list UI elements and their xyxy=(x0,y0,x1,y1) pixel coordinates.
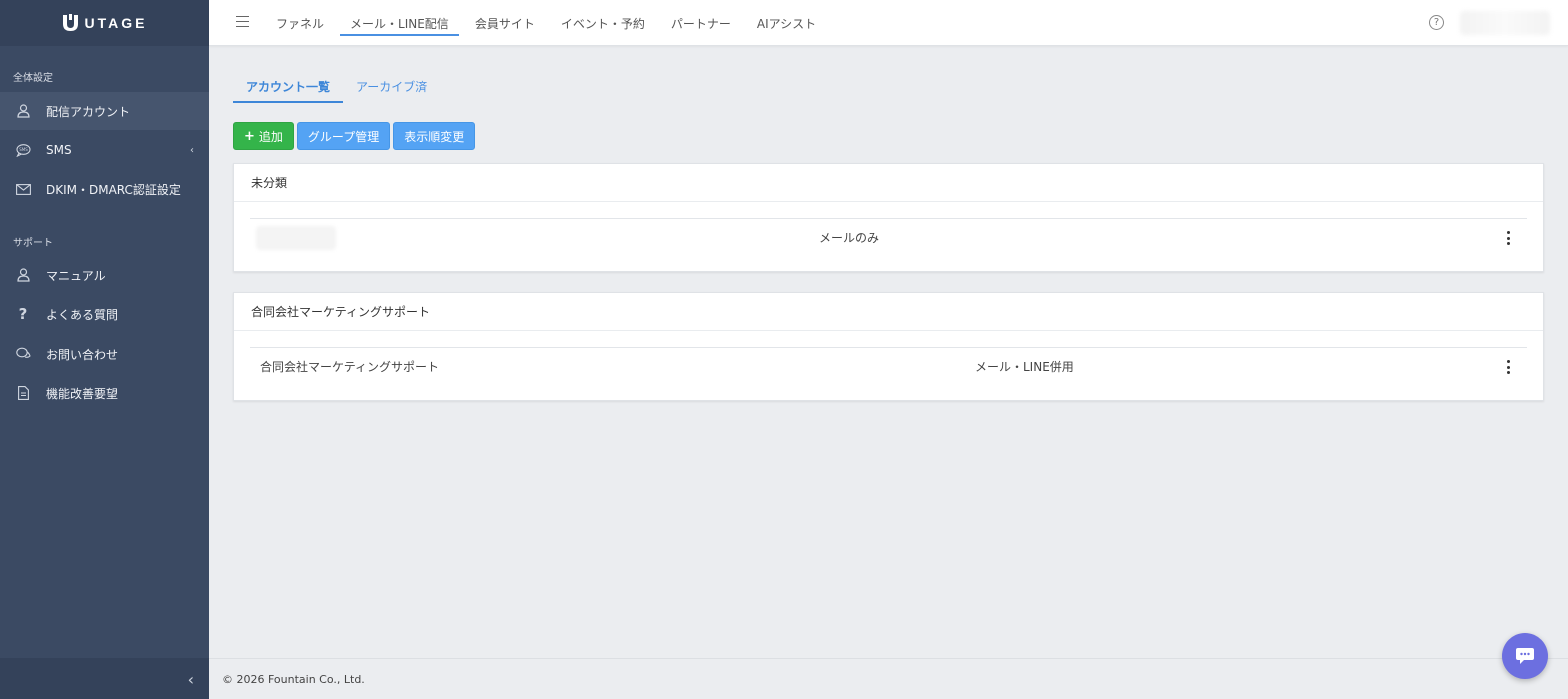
add-button-label: 追加 xyxy=(258,129,283,144)
user-icon xyxy=(15,267,31,283)
account-type: メールのみ xyxy=(819,231,880,245)
user-icon xyxy=(15,103,31,119)
document-icon xyxy=(15,385,31,401)
topnav-partner[interactable]: パートナー xyxy=(661,0,741,46)
logo-text: UTAGE xyxy=(84,15,148,31)
more-options-icon[interactable] xyxy=(1506,360,1510,374)
chat-bubble-icon xyxy=(1516,648,1534,664)
sidebar-item-label: 機能改善要望 xyxy=(46,386,119,401)
logo[interactable]: UTAGE xyxy=(0,0,209,46)
sidebar-item-label: マニュアル xyxy=(46,268,106,283)
help-icon[interactable]: ? xyxy=(1429,15,1444,30)
topnav-mail-line[interactable]: メール・LINE配信 xyxy=(340,0,459,46)
sidebar-item-sms[interactable]: SMS SMS ‹ xyxy=(0,131,209,169)
table-row[interactable]: メールのみ xyxy=(250,218,1527,256)
topnav-ai-assist[interactable]: AIアシスト xyxy=(747,0,826,46)
topbar: ファネル メール・LINE配信 会員サイト イベント・予約 パートナー AIアシ… xyxy=(209,0,1568,46)
user-menu[interactable] xyxy=(1460,11,1550,35)
action-buttons: + 追加 グループ管理 表示順変更 xyxy=(233,122,476,150)
group-title: 合同会社マーケティングサポート xyxy=(234,293,1543,331)
account-name[interactable]: 合同会社マーケティングサポート xyxy=(260,358,439,375)
topnav-funnel[interactable]: ファネル xyxy=(266,0,334,46)
utage-logo-icon xyxy=(62,14,78,31)
chat-support-button[interactable] xyxy=(1502,633,1548,679)
tab-archived[interactable]: アーカイブ済 xyxy=(343,70,440,103)
sidebar-item-feature-request[interactable]: 機能改善要望 xyxy=(0,374,209,412)
more-options-icon[interactable] xyxy=(1506,231,1510,245)
sidebar-item-label: DKIM・DMARC認証設定 xyxy=(46,182,181,197)
group-card-marketing-support: 合同会社マーケティングサポート 合同会社マーケティングサポート メール・LINE… xyxy=(233,292,1544,401)
question-icon: ? xyxy=(18,305,28,323)
chevron-left-icon: ‹ xyxy=(190,144,194,156)
account-name[interactable] xyxy=(256,226,336,250)
group-title: 未分類 xyxy=(234,164,1543,202)
sidebar-item-label: 配信アカウント xyxy=(46,104,131,119)
display-order-button[interactable]: 表示順変更 xyxy=(393,122,476,150)
sidebar-item-delivery-account[interactable]: 配信アカウント xyxy=(0,92,209,130)
sidebar-item-dkim-dmarc[interactable]: DKIM・DMARC認証設定 xyxy=(0,170,209,208)
account-type: メール・LINE併用 xyxy=(975,360,1074,374)
envelope-icon xyxy=(15,181,31,197)
sidebar: UTAGE 全体設定 配信アカウント SMS SMS ‹ DKIM・DMARC認… xyxy=(0,0,209,699)
group-manage-button[interactable]: グループ管理 xyxy=(296,122,391,150)
topnav-member-site[interactable]: 会員サイト xyxy=(465,0,545,46)
svg-text:SMS: SMS xyxy=(19,147,28,152)
sidebar-footer: ‹ xyxy=(0,658,209,699)
sidebar-item-faq[interactable]: ? よくある質問 xyxy=(0,295,209,333)
sidebar-item-label: SMS xyxy=(46,143,72,157)
table-row[interactable]: 合同会社マーケティングサポート メール・LINE併用 xyxy=(250,347,1527,385)
sidebar-item-manual[interactable]: マニュアル xyxy=(0,256,209,294)
group-card-uncategorized: 未分類 メールのみ xyxy=(233,163,1544,272)
top-navigation: ファネル メール・LINE配信 会員サイト イベント・予約 パートナー AIアシ… xyxy=(266,0,832,46)
add-button[interactable]: + 追加 xyxy=(233,122,294,150)
footer: © 2026 Fountain Co., Ltd. xyxy=(209,658,1568,699)
section-title-support: サポート xyxy=(13,238,53,249)
topnav-event-booking[interactable]: イベント・予約 xyxy=(551,0,655,46)
hamburger-menu-icon[interactable] xyxy=(236,16,249,28)
sidebar-item-label: よくある質問 xyxy=(46,307,119,322)
section-title-settings: 全体設定 xyxy=(13,73,53,84)
sidebar-item-contact[interactable]: お問い合わせ xyxy=(0,335,209,373)
plus-icon: + xyxy=(244,128,255,144)
sidebar-item-label: お問い合わせ xyxy=(46,347,119,362)
account-tabs: アカウント一覧 アーカイブ済 xyxy=(233,70,440,103)
collapse-sidebar-icon[interactable]: ‹ xyxy=(188,670,194,689)
copyright: © 2026 Fountain Co., Ltd. xyxy=(222,672,365,686)
sms-icon: SMS xyxy=(15,142,31,158)
chat-icon xyxy=(15,346,31,362)
tab-account-list[interactable]: アカウント一覧 xyxy=(233,70,344,103)
